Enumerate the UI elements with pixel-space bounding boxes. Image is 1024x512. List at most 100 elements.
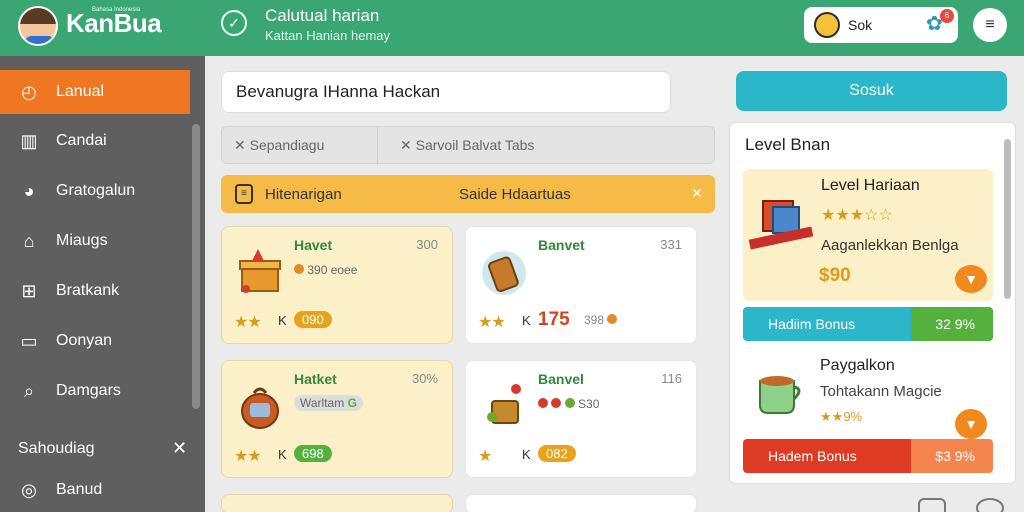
compass-icon[interactable]: ✓ xyxy=(221,10,247,36)
coin-icon xyxy=(607,314,618,324)
notice-left: Hitenarigan xyxy=(265,186,342,203)
product-card[interactable]: Hatket 30% Warltam G ★★ K 698 xyxy=(221,360,453,478)
product-card[interactable]: Havet 300 390 eoee ★★ K 090 xyxy=(221,226,453,344)
close-icon[interactable]: ✕ xyxy=(691,185,703,202)
card-price-note-label: 398 xyxy=(584,313,605,327)
page-title: Calutual harian xyxy=(265,6,380,25)
filter-right-label: Sarvoil Balvat Tabs xyxy=(415,137,535,153)
profile-avatar xyxy=(814,12,840,38)
card-tag: K xyxy=(278,313,287,328)
filter-left[interactable]: ✕ Sepandiagu xyxy=(234,137,324,154)
bag-icon xyxy=(241,387,279,429)
card-price-note: 398 xyxy=(584,313,618,327)
rating-stars: ★★★☆☆ xyxy=(821,207,893,224)
panel-scrollbar[interactable] xyxy=(1004,139,1011,299)
sidebar: ◴ Lanual ▥ Candai ◕ Gratogalun ⌂ Miaugs … xyxy=(0,56,205,512)
coin-icon xyxy=(564,398,575,408)
card-tag: K xyxy=(278,447,287,462)
rating-stars: ★ xyxy=(478,448,492,465)
sidebar-item-banud[interactable]: ◎ Banud xyxy=(0,468,190,512)
level-price: $90 xyxy=(819,265,851,286)
profile-name: Sok xyxy=(848,17,873,33)
search-button[interactable]: Sosuk xyxy=(736,71,1007,111)
search-field[interactable] xyxy=(221,71,671,113)
card-tag: K xyxy=(522,447,531,462)
profile-pill[interactable]: Sok ✿ 6 xyxy=(804,7,958,43)
card-subtitle: 390 eoee xyxy=(294,263,357,277)
card-pill[interactable]: 082 xyxy=(538,445,576,462)
level-description: Aaganlekkan Benlga xyxy=(821,237,959,254)
card-number: 331 xyxy=(660,237,682,252)
search-input[interactable] xyxy=(236,81,656,103)
close-icon[interactable]: ✕ xyxy=(172,438,187,459)
help-icon[interactable] xyxy=(976,498,1004,512)
avatar-icon[interactable] xyxy=(18,6,58,46)
cup-icon xyxy=(759,376,801,414)
notice-center: Saide Hdaartuas xyxy=(459,186,571,203)
card-number: 30% xyxy=(411,371,438,386)
chevron-down-icon[interactable]: ▼ xyxy=(955,265,987,293)
card-title: Banvet xyxy=(538,237,585,253)
sidebar-item-lanual[interactable]: ◴ Lanual xyxy=(0,70,190,114)
card-price: 175 xyxy=(538,309,570,330)
product-card[interactable]: Banvet 331 ★★ K 175 398 xyxy=(465,226,697,344)
bonus-label: Hadem Bonus xyxy=(768,448,857,464)
filter-left-label: Sepandiagu xyxy=(249,137,325,153)
coin-icon xyxy=(294,264,304,274)
card-number: 300 xyxy=(416,237,438,252)
rating-stars: ★★9% xyxy=(820,409,863,424)
level-title: Level Hariaan xyxy=(821,177,920,194)
sidebar-section-label: Sahoudiag xyxy=(18,440,95,457)
card-sub-label: Warltam xyxy=(300,396,345,410)
product-card[interactable] xyxy=(221,494,453,512)
note-icon: ≡ xyxy=(235,184,253,204)
chevron-down-icon[interactable]: ▼ xyxy=(955,409,987,439)
pay-title: Paygalkon xyxy=(820,357,895,374)
card-title: Banvel xyxy=(538,371,584,387)
basket-icon xyxy=(487,384,521,424)
bonus-bar-hadem[interactable]: Hadem Bonus $3 9% xyxy=(743,439,993,473)
sidebar-item-candai[interactable]: ▥ Candai xyxy=(0,119,190,165)
pay-rating-label: 9% xyxy=(843,409,863,424)
level-panel: Level Bnan Level Hariaan ★★★☆☆ Aaganlekk… xyxy=(729,122,1016,484)
filter-right[interactable]: ✕ Sarvoil Balvat Tabs xyxy=(400,137,534,154)
level-card[interactable]: Level Hariaan ★★★☆☆ Aaganlekkan Benlga $… xyxy=(743,169,993,301)
app-header: KanBua Bahasa Indonesia ✓ Calutual haria… xyxy=(0,0,1024,56)
sidebar-item-label: Oonyan xyxy=(56,332,113,349)
notice-bar: ≡ Hitenarigan Saide Hdaartuas ✕ xyxy=(221,175,715,213)
rating-stars: ★★ xyxy=(478,314,506,331)
layout-icon[interactable] xyxy=(918,498,946,512)
rating-stars: ★★ xyxy=(234,314,262,331)
product-card[interactable] xyxy=(465,494,697,512)
gift-box-icon xyxy=(239,249,281,293)
menu-icon[interactable]: ≡ xyxy=(973,8,1007,42)
filter-segment: ✕ Sepandiagu ✕ Sarvoil Balvat Tabs xyxy=(221,126,715,165)
card-tag: K xyxy=(522,313,531,328)
pie-icon: ◕ xyxy=(23,181,35,201)
notification-badge: 6 xyxy=(940,9,954,23)
sidebar-item-oonyan[interactable]: ▭ Oonyan xyxy=(0,319,190,365)
card-number: 116 xyxy=(661,371,682,386)
product-card[interactable]: Banvel 116 S30 ★ K 082 xyxy=(465,360,697,478)
card-title: Hatket xyxy=(294,371,337,387)
card-sub-label: S30 xyxy=(578,397,600,411)
sidebar-item-label: Candai xyxy=(56,132,107,149)
coin-icon xyxy=(551,398,562,408)
sidebar-scrollbar[interactable] xyxy=(192,124,200,409)
sidebar-item-gratogalun[interactable]: ◕ Gratogalun xyxy=(0,169,190,215)
card-pill[interactable]: 698 xyxy=(294,445,332,462)
search-icon: ⌕ xyxy=(23,381,35,401)
sidebar-item-label: Banud xyxy=(56,481,103,498)
card-subtitle: S30 xyxy=(538,397,599,411)
circle-icon: ◎ xyxy=(21,480,37,500)
grid-icon: ⊞ xyxy=(21,281,37,301)
window-icon: ▭ xyxy=(20,331,38,351)
sidebar-item-damgars[interactable]: ⌕ Damgars xyxy=(0,369,190,415)
bonus-bar-hadiim[interactable]: Hadiim Bonus 32 9% xyxy=(743,307,993,341)
sidebar-item-bratkank[interactable]: ⊞ Bratkank xyxy=(0,269,190,315)
rating-stars: ★★ xyxy=(234,448,262,465)
sidebar-item-miaugs[interactable]: ⌂ Miaugs xyxy=(0,219,190,265)
card-pill[interactable]: 090 xyxy=(294,311,332,328)
home-icon: ⌂ xyxy=(23,231,35,251)
bonus-value: $3 9% xyxy=(935,448,975,464)
